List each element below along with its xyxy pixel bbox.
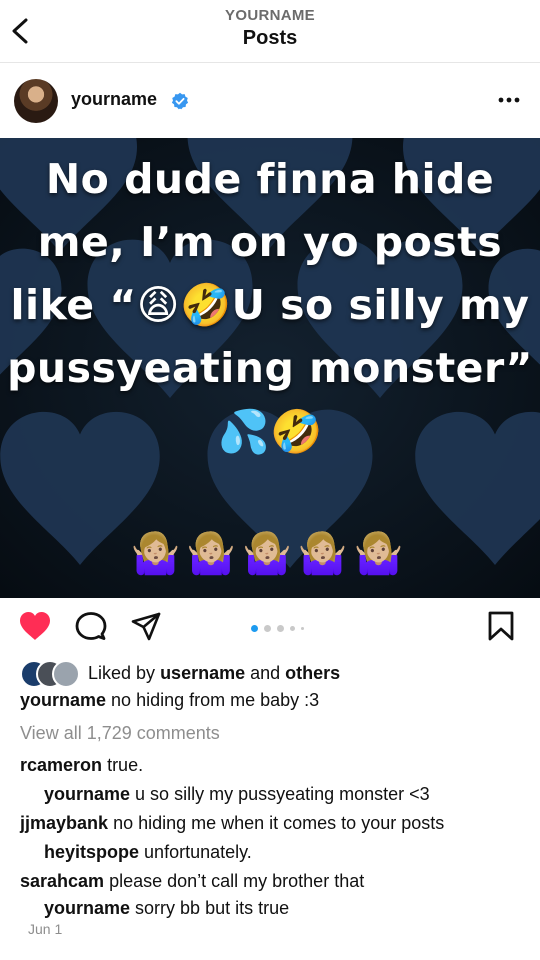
post-date: Jun 1 — [28, 921, 63, 937]
carousel-indicator — [251, 620, 310, 633]
ellipsis-icon[interactable] — [494, 90, 524, 110]
comment-reply: yourname u so silly my pussyeating monst… — [44, 784, 430, 805]
avatar[interactable] — [14, 79, 58, 123]
post-actions — [0, 598, 540, 654]
comment-text: unfortunately. — [144, 842, 252, 862]
liker-avatars — [20, 660, 84, 688]
comment-username[interactable]: jjmaybank — [20, 813, 108, 833]
meme-shrug-row: 🤷🏼‍♀️🤷🏼‍♀️🤷🏼‍♀️🤷🏼‍♀️🤷🏼‍♀️ — [130, 532, 410, 576]
avatar — [52, 660, 80, 688]
bookmark-icon[interactable] — [487, 611, 515, 641]
comment-username[interactable]: heyitspope — [44, 842, 139, 862]
post-caption: yourname no hiding from me baby :3 — [20, 690, 319, 711]
header-account-name: YOURNAME — [225, 7, 315, 24]
likes-row[interactable]: Liked by username and others — [20, 660, 520, 688]
heart-icon[interactable] — [18, 610, 52, 642]
carousel-dot — [290, 626, 295, 632]
comment-reply: yourname sorry bb but its true — [44, 898, 289, 919]
paper-plane-icon[interactable] — [130, 611, 162, 643]
comment: jjmaybank no hiding me when it comes to … — [20, 813, 444, 834]
page-title: Posts — [242, 27, 298, 49]
caption-text: no hiding from me baby :3 — [111, 690, 320, 710]
meme-caption: No dude finna hide me, I’m on yo posts l… — [0, 148, 540, 400]
likes-user[interactable]: username — [160, 663, 245, 683]
comment-text: no hiding me when it comes to your posts — [113, 813, 445, 833]
carousel-dot-active — [251, 625, 258, 633]
comment-username[interactable]: yourname — [44, 784, 130, 804]
top-bar: YOURNAME Posts — [0, 0, 540, 63]
post-image[interactable]: No dude finna hide me, I’m on yo posts l… — [0, 138, 540, 598]
likes-middle: and — [250, 663, 281, 683]
comment-text: u so silly my pussyeating monster <3 — [135, 784, 430, 804]
comment: rcameron true. — [20, 755, 143, 776]
carousel-dot — [277, 625, 284, 633]
post-author-row: yourname — [0, 62, 540, 138]
meme-emoji-line: 💦🤣 — [217, 408, 323, 455]
comment-username[interactable]: sarahcam — [20, 871, 104, 891]
meme-line: No dude finna hide — [45, 155, 495, 203]
likes-others[interactable]: others — [285, 663, 340, 683]
likes-summary: Liked by username and others — [88, 663, 340, 684]
comment: sarahcam please don’t call my brother th… — [20, 871, 364, 892]
carousel-dot — [301, 627, 304, 631]
comment-username[interactable]: rcameron — [20, 755, 102, 775]
comment-text: please don’t call my brother that — [109, 871, 365, 891]
meme-line: like “😩🤣U so silly my — [10, 281, 530, 329]
view-all-comments-link[interactable]: View all 1,729 comments — [20, 723, 220, 744]
likes-prefix: Liked by — [88, 663, 156, 683]
carousel-dot — [264, 625, 271, 633]
caption-username[interactable]: yourname — [20, 690, 106, 710]
meme-line: me, I’m on yo posts — [37, 218, 503, 266]
comment-text: sorry bb but its true — [135, 898, 290, 918]
comment-text: true. — [107, 755, 144, 775]
speech-bubble-icon[interactable] — [75, 611, 107, 643]
comment-username[interactable]: yourname — [44, 898, 130, 918]
verified-badge-icon — [171, 92, 189, 110]
comment-reply: heyitspope unfortunately. — [44, 842, 252, 863]
post-username[interactable]: yourname — [71, 89, 157, 110]
meme-line: pussyeating monster” — [7, 344, 533, 392]
